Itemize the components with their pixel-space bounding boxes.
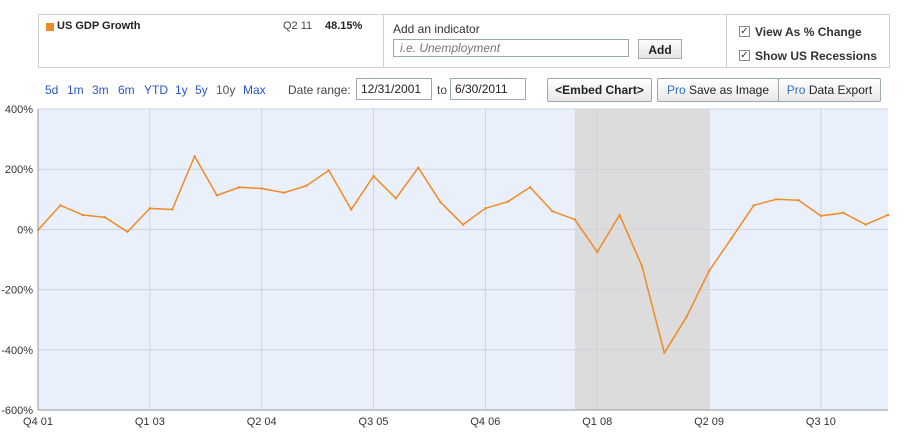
date-range-label: Date range: — [288, 83, 351, 97]
range-link-max[interactable]: Max — [243, 83, 266, 97]
data-point — [215, 194, 219, 197]
data-point — [730, 237, 733, 240]
view-as-change-checkbox[interactable]: ✓ — [739, 26, 750, 37]
data-point — [260, 187, 263, 190]
data-point — [439, 201, 442, 204]
y-tick-label: 400% — [5, 104, 33, 116]
y-axis-ticks: 400%200%0%-200%-400%-600% — [1, 104, 33, 417]
data-point — [126, 230, 129, 234]
data-export-button[interactable]: Pro Data Export — [778, 78, 881, 102]
x-tick-label: Q1 08 — [582, 416, 612, 428]
data-point — [305, 184, 308, 187]
data-point — [819, 214, 823, 218]
data-point — [238, 186, 241, 189]
recession-band — [574, 109, 710, 410]
data-point — [394, 197, 398, 200]
y-tick-label: 200% — [5, 164, 33, 176]
pro-badge: Pro — [666, 83, 686, 97]
recession-shading-group — [574, 109, 710, 410]
data-point — [640, 264, 644, 268]
x-tick-label: Q2 09 — [694, 416, 724, 428]
series-legend: US GDP Growth Q2 11 48.15% — [39, 15, 384, 67]
data-point — [282, 191, 286, 194]
x-tick-label: Q4 01 — [23, 416, 53, 428]
data-point — [685, 315, 688, 318]
range-link-1y[interactable]: 1y — [175, 83, 188, 97]
data-point — [193, 155, 196, 158]
range-link-ytd[interactable]: YTD — [144, 83, 168, 97]
data-point — [707, 269, 711, 273]
data-point — [81, 213, 84, 217]
chart-header: US GDP Growth Q2 11 48.15% Add an indica… — [38, 14, 890, 68]
y-tick-label: 0% — [17, 224, 33, 236]
x-axis-ticks: Q4 01 Q1 03 Q2 04 Q3 05 Q4 06 Q1 08 Q2 09 Q3 10 — [23, 416, 836, 428]
show-recessions-label: Show US Recessions — [755, 49, 878, 63]
data-point — [551, 210, 554, 213]
indicator-search-input[interactable] — [393, 39, 629, 57]
data-point — [596, 250, 599, 254]
start-date-input[interactable]: 12/31/2001 — [356, 78, 432, 100]
data-point — [59, 204, 62, 207]
data-point — [573, 218, 577, 221]
data-point — [886, 213, 890, 217]
range-link-10y[interactable]: 10y — [216, 83, 235, 97]
y-tick-label: -200% — [1, 285, 33, 297]
data-point — [148, 207, 152, 210]
show-recessions-checkbox[interactable]: ✓ — [739, 50, 750, 61]
plot-area — [38, 109, 888, 410]
data-export-label: Data Export — [808, 83, 873, 97]
data-point — [327, 169, 330, 172]
x-tick-label: Q4 06 — [470, 416, 500, 428]
gdp-growth-line-chart: 400%200%0%-200%-400%-600% Q4 01 Q1 03 Q2 0… — [1, 104, 890, 428]
data-point — [774, 198, 778, 201]
range-link-6m[interactable]: 6m — [118, 83, 135, 97]
end-date-input[interactable]: 6/30/2011 — [450, 78, 526, 100]
x-tick-label: Q3 10 — [806, 416, 836, 428]
add-indicator-button[interactable]: Add — [638, 39, 682, 59]
add-indicator-panel: Add an indicator Add — [384, 15, 727, 67]
range-link-3m[interactable]: 3m — [92, 83, 109, 97]
data-point — [528, 186, 532, 189]
data-point — [36, 228, 40, 232]
save-as-image-button[interactable]: Pro Save as Image — [657, 78, 779, 102]
date-range-to-label: to — [437, 83, 448, 97]
series-value: 48.15% — [325, 20, 363, 32]
y-tick-label: -400% — [1, 345, 33, 357]
series-name: US GDP Growth — [57, 20, 141, 32]
data-point — [618, 213, 621, 217]
data-point — [349, 208, 353, 211]
embed-chart-button[interactable]: <Embed Chart> — [547, 78, 652, 102]
data-point — [461, 223, 465, 226]
data-point — [372, 174, 375, 178]
save-as-image-label: Save as Image — [688, 83, 770, 97]
data-point — [484, 207, 487, 210]
add-indicator-label: Add an indicator — [393, 22, 480, 36]
range-link-1m[interactable]: 1m — [67, 83, 84, 97]
data-point — [103, 216, 107, 219]
x-tick-label: Q1 03 — [135, 416, 165, 428]
x-tick-label: Q2 04 — [247, 416, 277, 428]
data-point — [842, 211, 845, 215]
data-point — [797, 199, 800, 202]
pro-badge: Pro — [786, 83, 806, 97]
data-point — [663, 351, 666, 355]
data-point — [417, 166, 420, 169]
view-as-change-label: View As % Change — [755, 25, 862, 39]
data-point — [752, 204, 755, 207]
data-point — [864, 223, 867, 226]
series-color-swatch — [46, 23, 54, 31]
data-point — [506, 200, 509, 203]
range-link-5d[interactable]: 5d — [45, 83, 58, 97]
series-period: Q2 11 — [283, 20, 313, 32]
data-point — [171, 208, 174, 211]
range-link-5y[interactable]: 5y — [195, 83, 208, 97]
x-tick-label: Q3 05 — [359, 416, 389, 428]
